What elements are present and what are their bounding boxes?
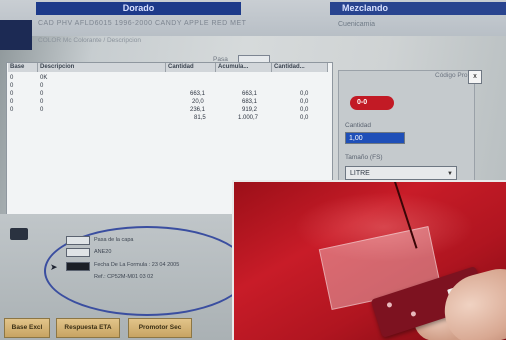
table-cell: 0 (40, 83, 44, 89)
table-cell: 0 (10, 107, 14, 113)
size-label: Tamaño (FS) (345, 154, 383, 161)
product-code-checkbox[interactable]: x (468, 70, 482, 84)
size-select[interactable]: LITRE ▼ (345, 166, 457, 180)
table-cell: 0 (10, 75, 14, 81)
table-cell: 0 (10, 83, 14, 89)
product-code-label: Código Pro (435, 72, 468, 79)
card-hole (386, 301, 393, 309)
photo-background: Dorado Mezclando CAD PHV AFLD6015 1996-2… (0, 0, 506, 340)
table-header-cumulative[interactable]: Acumula... (216, 63, 272, 72)
table-cell: 0 (10, 91, 14, 97)
legend-swatch-1 (66, 236, 90, 245)
promoter-sec-button[interactable]: Promotor Sec (128, 318, 192, 338)
table-cell: 0 (40, 99, 44, 105)
table-cell: 919,2 (242, 107, 258, 113)
table-cell: 0 (10, 99, 14, 105)
formula-code-line: CAD PHV AFLD6015 1996-2000 CANDY APPLE R… (38, 20, 247, 27)
table-cell: 0 (40, 107, 44, 113)
table-cell: 0 (40, 91, 44, 97)
color-chip-label: 0-0 (357, 99, 368, 106)
formula-sub-line: COLOR Mc Colorante / Descripcion (38, 37, 141, 44)
table-header-quantity[interactable]: Cantidad (166, 63, 216, 72)
inset-photo-red-car (232, 180, 506, 340)
table-cell: 0,0 (300, 99, 309, 105)
legend-swatch-3 (66, 262, 90, 271)
table-cell: 683,1 (242, 99, 258, 105)
table-header-quantity-2[interactable]: Cantidad... (272, 63, 328, 72)
color-swatch-dark (0, 20, 32, 50)
quantity-label: Cantidad (345, 122, 372, 129)
response-eta-button[interactable]: Respuesta ETA (56, 318, 120, 338)
quantity-input[interactable]: 1,00 (345, 132, 405, 144)
table-cell: 0,0 (300, 107, 309, 113)
side-caption: Cuenicamia (338, 21, 375, 28)
arrow-icon: ➤ (50, 262, 58, 272)
table-cell: 0,0 (300, 115, 309, 121)
table-cell: 663,1 (242, 91, 258, 97)
base-excl-button[interactable]: Base Excl (4, 318, 50, 338)
window-title-left: Dorado (36, 2, 241, 15)
table-header-description[interactable]: Descripcion (38, 63, 166, 72)
size-select-value: LITRE (350, 170, 370, 177)
card-hole (410, 310, 417, 318)
table-cell: 236,1 (190, 107, 206, 113)
legend-text-4: Ref.: CP52M-M01 03 02 (94, 274, 154, 280)
chevron-down-icon: ▼ (447, 171, 453, 177)
table-cell: 0K (40, 75, 48, 81)
window-title-right: Mezclando (330, 2, 506, 15)
legend-text-2: ANE20 (94, 249, 112, 255)
table-header-base[interactable]: Base (8, 63, 38, 72)
legend-text-3: Fecha De La Formula : 23 04 2005 (94, 262, 180, 268)
legend-swatch-2 (66, 248, 90, 257)
table-cell: 1.000,7 (238, 115, 259, 121)
table-cell: 663,1 (190, 91, 206, 97)
table-cell: 81,5 (194, 115, 206, 121)
table-cell: 0,0 (300, 91, 309, 97)
table-cell: 20,0 (192, 99, 204, 105)
car-icon[interactable] (10, 228, 28, 240)
legend-text-1: Pasa de la capa (94, 237, 134, 243)
